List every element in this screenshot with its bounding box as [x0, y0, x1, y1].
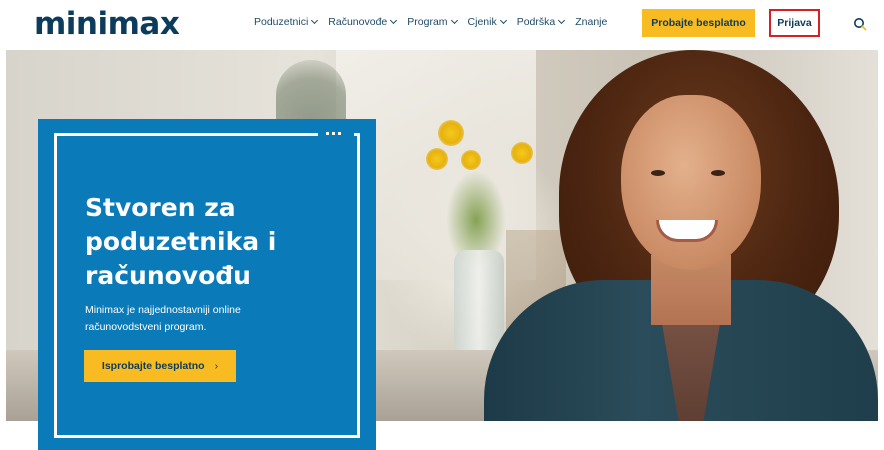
nav-label: Poduzetnici	[254, 16, 309, 28]
hero-title: Stvoren za poduzetnika i računovođu	[85, 193, 277, 290]
chevron-down-icon	[499, 16, 507, 25]
chevron-down-icon	[558, 16, 566, 25]
woman-face	[621, 95, 761, 270]
chevron-down-icon	[311, 16, 319, 25]
nav-cjenik[interactable]: Cjenik	[467, 16, 507, 28]
yellow-flower	[461, 150, 481, 170]
site-header: minimax Poduzetnici Računovođe Program C…	[0, 0, 884, 50]
login-button[interactable]: Prijava	[769, 9, 820, 37]
chevron-down-icon	[390, 16, 398, 25]
nav-label: Podrška	[516, 16, 556, 28]
nav-program[interactable]: Program	[407, 16, 458, 28]
woman-eye	[711, 170, 725, 176]
nav-racunovode[interactable]: Računovođe	[328, 16, 398, 28]
cta-label: Isprobajte besplatno	[101, 360, 205, 372]
nav-label: Cjenik	[467, 16, 497, 28]
woman-eye	[651, 170, 665, 176]
yellow-flower	[511, 142, 533, 164]
try-free-button[interactable]: Probajte besplatno	[642, 9, 755, 37]
minimax-logo[interactable]: minimax	[34, 6, 180, 42]
search-icon[interactable]	[853, 17, 867, 31]
nav-znanje[interactable]: Znanje	[575, 16, 607, 28]
nav-poduzetnici[interactable]: Poduzetnici	[254, 16, 319, 28]
main-nav: Poduzetnici Računovođe Program Cjenik Po…	[254, 16, 618, 28]
hero-subtitle: Minimax je najjednostavniji online račun…	[85, 304, 241, 333]
nav-podrska[interactable]: Podrška	[516, 16, 566, 28]
frame-dots	[326, 132, 344, 135]
glass-vase	[454, 250, 504, 360]
nav-label: Program	[407, 16, 448, 28]
nav-label: Računovođe	[328, 16, 388, 28]
try-free-cta-button[interactable]: Isprobajte besplatno ›	[84, 350, 236, 382]
chevron-right-icon: ›	[214, 360, 219, 372]
yellow-flower	[426, 148, 448, 170]
hero-card: Stvoren za poduzetnika i računovođu Mini…	[38, 119, 376, 450]
chevron-down-icon	[450, 16, 458, 25]
yellow-flower	[438, 120, 464, 146]
nav-label: Znanje	[575, 16, 608, 28]
